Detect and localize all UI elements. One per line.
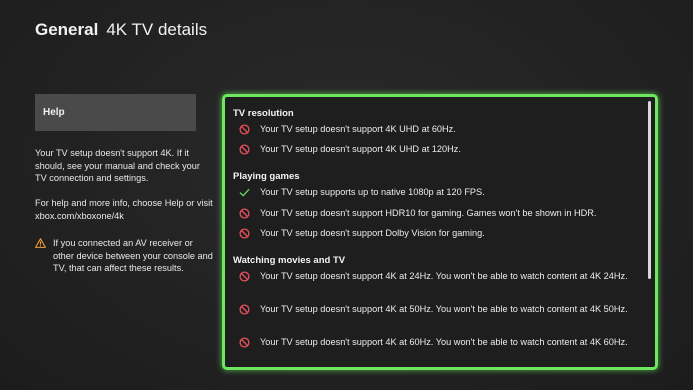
- detail-item-text: Your TV setup doesn't support 4K at 50Hz…: [260, 304, 628, 314]
- section-title: General: [35, 20, 99, 39]
- prohibited-icon: [239, 228, 250, 239]
- group-title-tv-resolution: TV resolution: [233, 108, 294, 119]
- details-panel[interactable]: TV resolution Your TV setup doesn't supp…: [222, 94, 658, 370]
- prohibited-icon: [239, 337, 250, 348]
- detail-item-text: Your TV setup doesn't support 4K at 60Hz…: [260, 337, 628, 347]
- tv-details-screen: General 4K TV details Help Your TV setup …: [0, 0, 693, 390]
- help-paragraph-setup: Your TV setup doesn't support 4K. If it …: [35, 148, 200, 183]
- prohibited-icon: [239, 144, 250, 155]
- help-button[interactable]: Help: [35, 94, 196, 131]
- detail-item-text: Your TV setup supports up to native 1080…: [260, 187, 485, 197]
- detail-item-text: Your TV setup doesn't support 4K UHD at …: [260, 124, 456, 134]
- details-scrollbar[interactable]: [648, 101, 651, 279]
- warning-icon: [35, 238, 46, 248]
- prohibited-icon: [239, 124, 250, 135]
- group-title-playing-games: Playing games: [233, 171, 300, 182]
- prohibited-icon: [239, 304, 250, 315]
- checkmark-icon: [239, 188, 250, 197]
- help-paragraph-more-info: For help and more info, choose Help or v…: [35, 198, 213, 221]
- warning-text: If you connected an AV receiver or other…: [53, 238, 213, 273]
- detail-item-text: Your TV setup doesn't support Dolby Visi…: [260, 228, 485, 238]
- group-title-watching-movies: Watching movies and TV: [233, 255, 346, 266]
- detail-item-text: Your TV setup doesn't support 4K at 24Hz…: [260, 271, 628, 281]
- detail-item-text: Your TV setup doesn't support HDR10 for …: [260, 208, 597, 218]
- help-button-label: Help: [43, 107, 65, 118]
- page-header: General 4K TV details: [35, 20, 207, 40]
- prohibited-icon: [239, 208, 250, 219]
- prohibited-icon: [239, 271, 250, 282]
- detail-item-text: Your TV setup doesn't support 4K UHD at …: [260, 144, 461, 154]
- page-title: 4K TV details: [106, 20, 208, 39]
